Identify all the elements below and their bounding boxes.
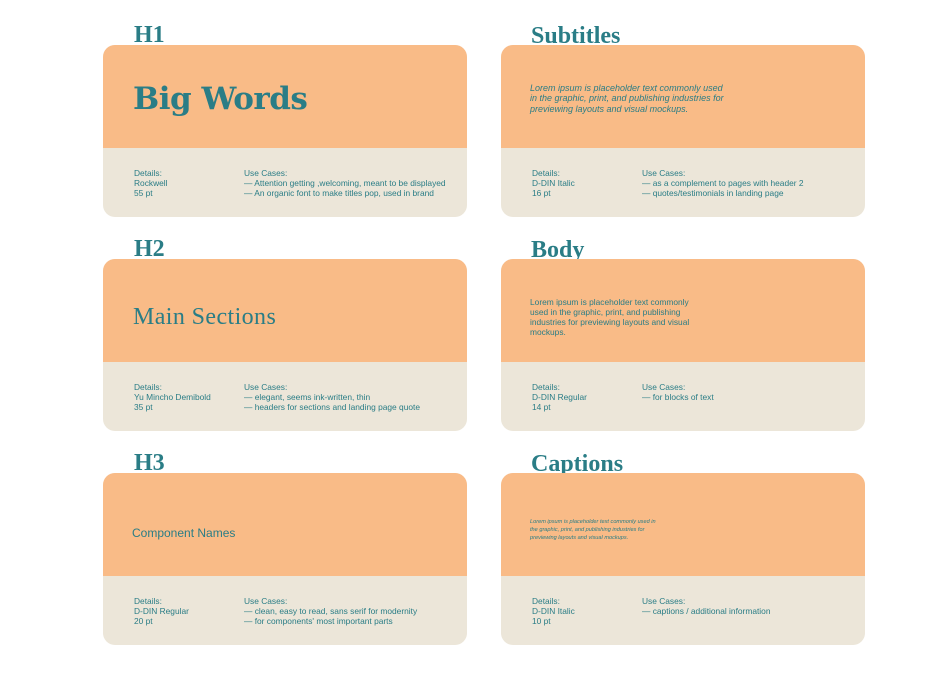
details-label: Details: xyxy=(134,596,162,606)
sample-panel: Main Sections xyxy=(103,259,467,362)
use-cases-label: Use Cases: xyxy=(244,168,288,178)
sample-text-caption: Lorem ipsum is placeholder text commonly… xyxy=(530,519,656,541)
details-column: Details: D-DIN Regular 20 pt xyxy=(134,596,189,626)
use-cases-label: Use Cases: xyxy=(642,596,686,606)
sample-panel: Lorem ipsum is placeholder text commonly… xyxy=(501,259,865,362)
use-case-item: — captions / additional information xyxy=(642,606,771,616)
type-card-captions: Lorem ipsum is placeholder text commonly… xyxy=(501,473,865,645)
font-name: D-DIN Italic xyxy=(532,178,575,188)
heading-h3: H3 xyxy=(134,450,165,476)
details-column: Details: D-DIN Italic 10 pt xyxy=(532,596,575,626)
use-case-item: — as a complement to pages with header 2 xyxy=(642,178,804,188)
details-panel: Details: D-DIN Regular 20 pt Use Cases: … xyxy=(103,576,467,645)
font-name: Yu Mincho Demibold xyxy=(134,392,211,402)
use-case-item: — for blocks of text xyxy=(642,392,714,402)
sample-panel: Component Names xyxy=(103,473,467,576)
use-cases-column: Use Cases: — captions / additional infor… xyxy=(642,596,771,616)
details-panel: Details: D-DIN Italic 10 pt Use Cases: —… xyxy=(501,576,865,645)
font-size: 16 pt xyxy=(532,188,551,198)
use-cases-column: Use Cases: — clean, easy to read, sans s… xyxy=(244,596,417,626)
sample-text-subtitle: Lorem ipsum is placeholder text commonly… xyxy=(530,83,724,114)
use-cases-label: Use Cases: xyxy=(244,596,288,606)
type-card-h2: Main Sections Details: Yu Mincho Demibol… xyxy=(103,259,467,431)
details-panel: Details: Yu Mincho Demibold 35 pt Use Ca… xyxy=(103,362,467,431)
sample-panel: Lorem ipsum is placeholder text commonly… xyxy=(501,45,865,148)
use-cases-column: Use Cases: — for blocks of text xyxy=(642,382,714,402)
heading-h1: H1 xyxy=(134,22,165,48)
use-cases-column: Use Cases: — elegant, seems ink-written,… xyxy=(244,382,420,412)
use-cases-label: Use Cases: xyxy=(244,382,288,392)
use-cases-label: Use Cases: xyxy=(642,382,686,392)
type-card-h1: Big Words Details: Rockwell 55 pt Use Ca… xyxy=(103,45,467,217)
details-panel: Details: D-DIN Regular 14 pt Use Cases: … xyxy=(501,362,865,431)
font-name: D-DIN Regular xyxy=(532,392,587,402)
use-case-item: — An organic font to make titles pop, us… xyxy=(244,188,434,198)
details-label: Details: xyxy=(532,596,560,606)
use-cases-column: Use Cases: — Attention getting ,welcomin… xyxy=(244,168,446,198)
details-column: Details: D-DIN Italic 16 pt xyxy=(532,168,575,198)
type-card-body: Lorem ipsum is placeholder text commonly… xyxy=(501,259,865,431)
details-column: Details: D-DIN Regular 14 pt xyxy=(532,382,587,412)
use-case-item: — quotes/testimonials in landing page xyxy=(642,188,784,198)
use-case-item: — elegant, seems ink-written, thin xyxy=(244,392,371,402)
details-panel: Details: D-DIN Italic 16 pt Use Cases: —… xyxy=(501,148,865,217)
details-panel: Details: Rockwell 55 pt Use Cases: — Att… xyxy=(103,148,467,217)
use-case-item: — Attention getting ,welcoming, meant to… xyxy=(244,178,446,188)
sample-text-body: Lorem ipsum is placeholder text commonly… xyxy=(530,297,690,337)
type-card-subtitles: Lorem ipsum is placeholder text commonly… xyxy=(501,45,865,217)
sample-text-component-names: Component Names xyxy=(132,526,236,540)
font-size: 20 pt xyxy=(134,616,153,626)
details-column: Details: Rockwell 55 pt xyxy=(134,168,168,198)
details-label: Details: xyxy=(134,168,162,178)
use-cases-column: Use Cases: — as a complement to pages wi… xyxy=(642,168,804,198)
font-size: 55 pt xyxy=(134,188,153,198)
font-size: 35 pt xyxy=(134,402,153,412)
use-cases-label: Use Cases: xyxy=(642,168,686,178)
type-card-h3: Component Names Details: D-DIN Regular 2… xyxy=(103,473,467,645)
sample-panel: Lorem ipsum is placeholder text commonly… xyxy=(501,473,865,576)
heading-h2: H2 xyxy=(134,236,165,262)
details-label: Details: xyxy=(532,382,560,392)
use-case-item: — headers for sections and landing page … xyxy=(244,402,420,412)
font-name: D-DIN Regular xyxy=(134,606,189,616)
sample-text-main-sections: Main Sections xyxy=(133,304,277,330)
sample-panel: Big Words xyxy=(103,45,467,148)
font-size: 14 pt xyxy=(532,402,551,412)
details-label: Details: xyxy=(532,168,560,178)
font-name: D-DIN Italic xyxy=(532,606,575,616)
sample-text-big-words: Big Words xyxy=(133,81,308,117)
font-name: Rockwell xyxy=(134,178,168,188)
details-label: Details: xyxy=(134,382,162,392)
font-size: 10 pt xyxy=(532,616,551,626)
use-case-item: — clean, easy to read, sans serif for mo… xyxy=(244,606,418,616)
details-column: Details: Yu Mincho Demibold 35 pt xyxy=(134,382,211,412)
use-case-item: — for components' most important parts xyxy=(244,616,393,626)
